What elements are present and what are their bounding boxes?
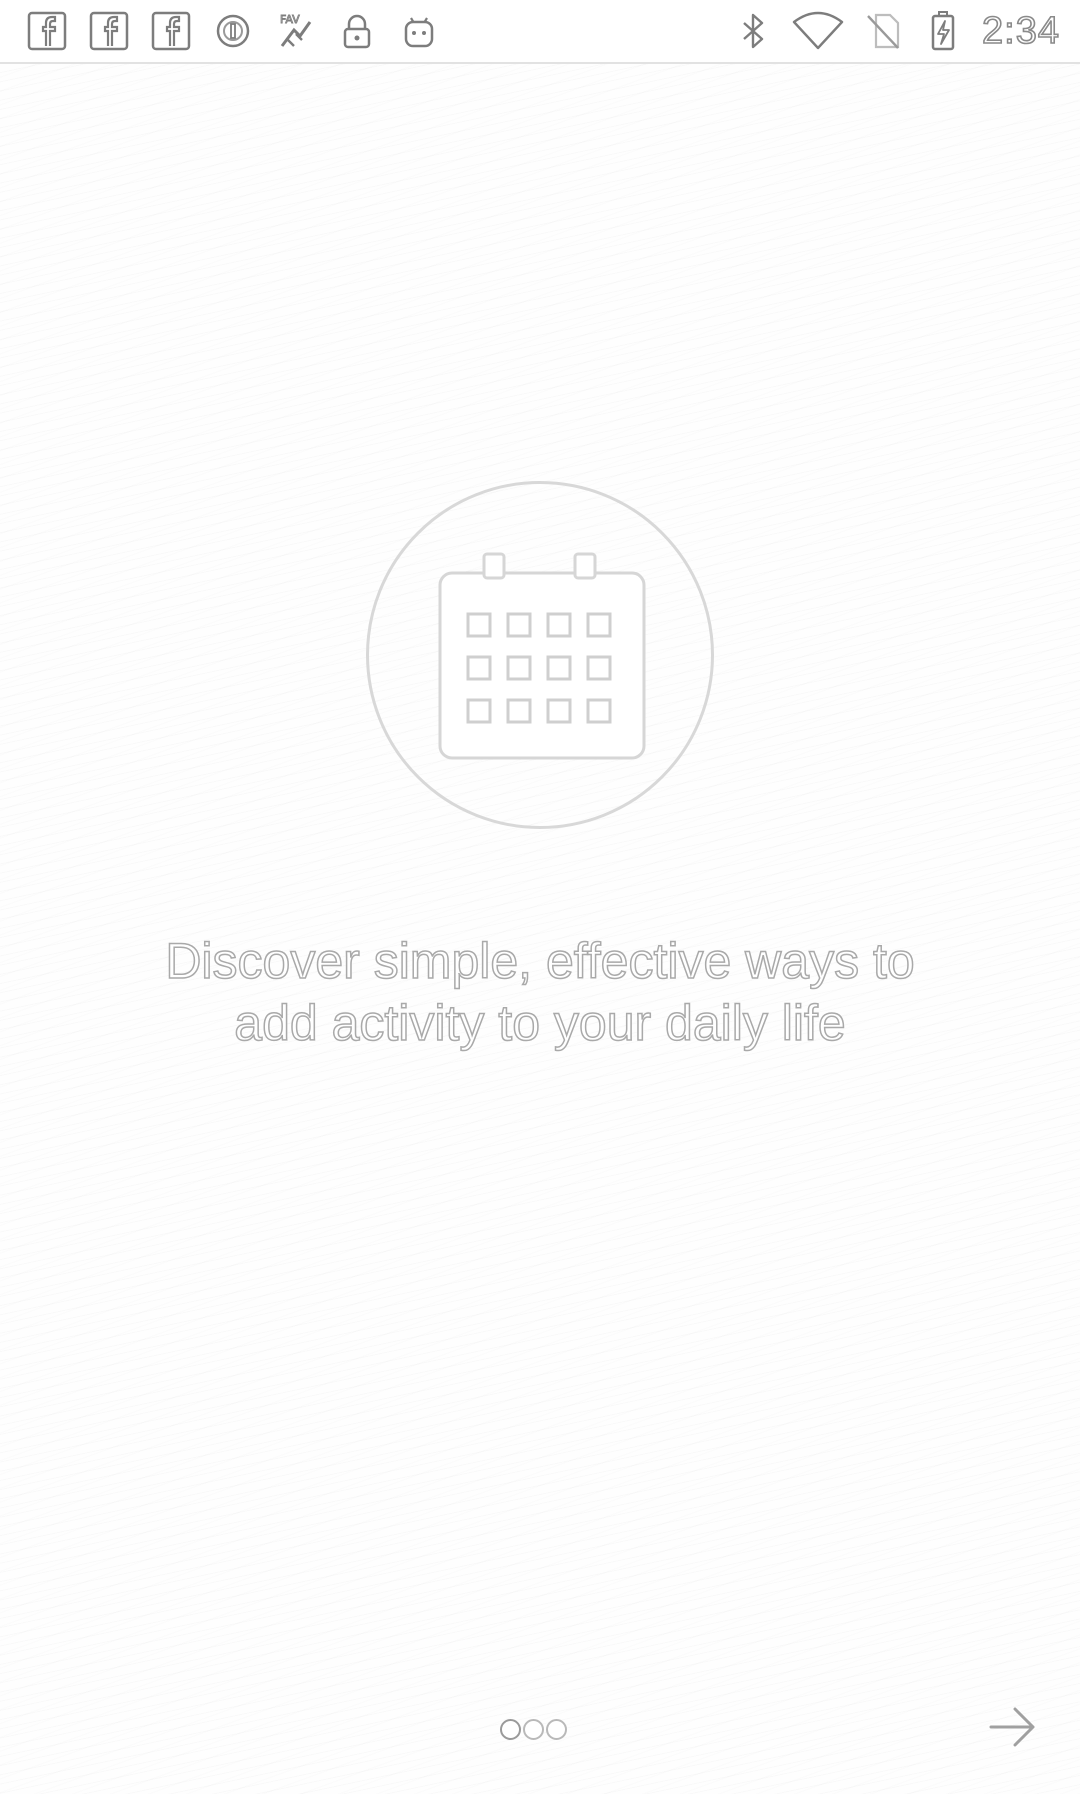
onboarding-headline: Discover simple, effective ways to add a… <box>90 930 990 1054</box>
status-time: 2:34 <box>981 9 1060 53</box>
page-dot-1[interactable] <box>500 1719 521 1740</box>
wifi-icon <box>792 10 844 52</box>
battery-charging-icon <box>922 10 964 52</box>
lock-icon <box>336 10 378 52</box>
notification-icons: FAV <box>26 0 440 62</box>
facebook-icon <box>150 10 192 52</box>
next-button[interactable] <box>980 1694 1046 1760</box>
fav-app-icon: FAV <box>274 10 316 52</box>
no-sim-icon <box>862 10 904 52</box>
circle-notification-icon <box>212 10 254 52</box>
status-bar: FAV 2:34 <box>0 0 1080 64</box>
calendar-icon <box>438 552 646 760</box>
hero-circle <box>366 481 714 829</box>
android-icon <box>398 10 440 52</box>
headline-line-2: add activity to your daily life <box>234 994 847 1052</box>
page-dot-2[interactable] <box>523 1719 544 1740</box>
page-dot-3[interactable] <box>546 1719 567 1740</box>
background-texture <box>0 63 1080 1794</box>
system-icons: 2:34 <box>732 0 1060 62</box>
headline-line-1: Discover simple, effective ways to <box>165 932 916 990</box>
arrow-right-icon <box>989 1707 1035 1747</box>
svg-text:FAV: FAV <box>280 13 300 26</box>
page-indicator <box>500 1719 567 1740</box>
facebook-icon <box>26 10 68 52</box>
bluetooth-icon <box>732 10 774 52</box>
facebook-icon <box>88 10 130 52</box>
onboarding-screen: FAV 2:34 Discover simple, effective ways… <box>0 0 1080 1794</box>
